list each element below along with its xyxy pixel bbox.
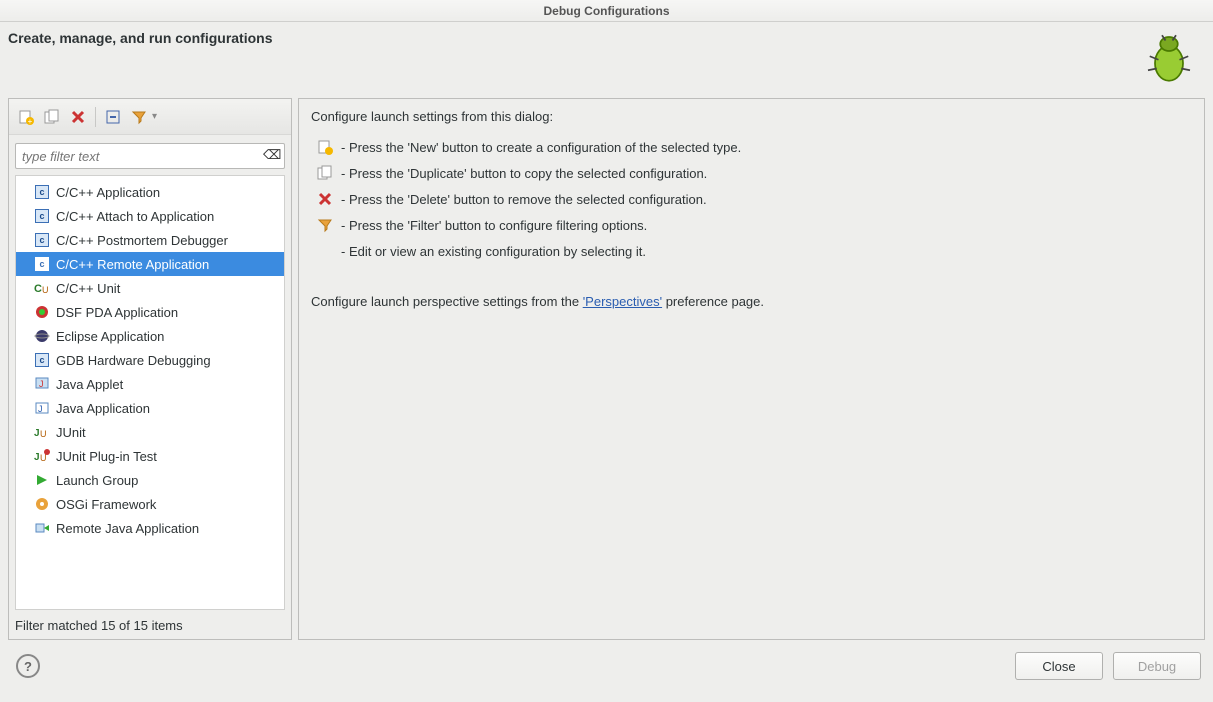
tree-item[interactable]: c GDB Hardware Debugging: [16, 348, 284, 372]
tree-item[interactable]: OSGi Framework: [16, 492, 284, 516]
c-app-icon: c: [34, 352, 50, 368]
tree-item[interactable]: JU JUnit: [16, 420, 284, 444]
delete-icon: [317, 192, 333, 206]
tree-item-label: C/C++ Postmortem Debugger: [56, 233, 228, 248]
svg-text:U: U: [40, 429, 47, 439]
tree-item-label: DSF PDA Application: [56, 305, 178, 320]
c-unit-icon: CU: [34, 280, 50, 296]
perspectives-hint: Configure launch perspective settings fr…: [311, 294, 1192, 309]
chevron-down-icon[interactable]: ▾: [152, 111, 157, 122]
java-app-icon: J: [34, 400, 50, 416]
java-applet-icon: J: [34, 376, 50, 392]
help-row: - Edit or view an existing configuration…: [311, 238, 1192, 264]
filter-icon: [317, 217, 333, 233]
filter-status: Filter matched 15 of 15 items: [9, 614, 291, 639]
c-app-icon: c: [34, 232, 50, 248]
help-text: - Press the 'New' button to create a con…: [341, 140, 741, 155]
help-text: - Press the 'Filter' button to configure…: [341, 218, 647, 233]
filter-config-icon[interactable]: [130, 108, 148, 126]
toolbar-separator: [95, 107, 96, 127]
tree-item-label: Java Applet: [56, 377, 123, 392]
tree-item-label: C/C++ Remote Application: [56, 257, 209, 272]
remote-java-icon: [34, 520, 50, 536]
help-text: - Press the 'Duplicate' button to copy t…: [341, 166, 707, 181]
tree-item-label: OSGi Framework: [56, 497, 156, 512]
svg-text:J: J: [34, 452, 40, 463]
help-row: - Press the 'New' button to create a con…: [311, 134, 1192, 160]
help-row: - Press the 'Duplicate' button to copy t…: [311, 160, 1192, 186]
tree-item-label: JUnit: [56, 425, 86, 440]
duplicate-icon: [317, 165, 333, 181]
svg-text:J: J: [39, 379, 44, 389]
tree-item-label: Launch Group: [56, 473, 138, 488]
help-row: - Press the 'Delete' button to remove th…: [311, 186, 1192, 212]
tree-item[interactable]: c C/C++ Remote Application: [16, 252, 284, 276]
details-panel: Configure launch settings from this dial…: [298, 98, 1205, 640]
duplicate-config-icon[interactable]: [43, 108, 61, 126]
clear-filter-icon[interactable]: ⌫: [263, 147, 281, 165]
tree-item[interactable]: Launch Group: [16, 468, 284, 492]
help-icon[interactable]: ?: [16, 654, 40, 678]
tree-item[interactable]: CU C/C++ Unit: [16, 276, 284, 300]
tree-item-label: C/C++ Application: [56, 185, 160, 200]
help-intro: Configure launch settings from this dial…: [311, 109, 1192, 124]
bug-icon: [1141, 30, 1197, 86]
new-icon: [317, 139, 333, 155]
help-text: - Press the 'Delete' button to remove th…: [341, 192, 707, 207]
tree-item[interactable]: J Java Applet: [16, 372, 284, 396]
c-app-icon: c: [34, 208, 50, 224]
dsf-app-icon: [34, 304, 50, 320]
tree-item[interactable]: c C/C++ Attach to Application: [16, 204, 284, 228]
new-config-icon[interactable]: +: [17, 108, 35, 126]
c-app-icon: c: [34, 184, 50, 200]
tree-item-label: JUnit Plug-in Test: [56, 449, 157, 464]
filter-box: ⌫: [15, 143, 285, 169]
junit-plugin-icon: JU: [34, 448, 50, 464]
sidebar-toolbar: + ▾: [9, 99, 291, 135]
junit-icon: JU: [34, 424, 50, 440]
tree-item[interactable]: c C/C++ Postmortem Debugger: [16, 228, 284, 252]
svg-text:U: U: [42, 285, 49, 295]
tree-item[interactable]: JU JUnit Plug-in Test: [16, 444, 284, 468]
tree-item[interactable]: DSF PDA Application: [16, 300, 284, 324]
svg-text:J: J: [34, 428, 40, 439]
help-text: - Edit or view an existing configuration…: [341, 244, 646, 259]
tree-item[interactable]: c C/C++ Application: [16, 180, 284, 204]
osgi-icon: [34, 496, 50, 512]
dialog-footer: ? Close Debug: [0, 640, 1213, 692]
debug-button[interactable]: Debug: [1113, 652, 1201, 680]
filter-input[interactable]: [15, 143, 285, 169]
eclipse-app-icon: [34, 328, 50, 344]
close-button[interactable]: Close: [1015, 652, 1103, 680]
perspectives-link[interactable]: 'Perspectives': [583, 294, 662, 309]
dialog-title: Create, manage, and run configurations: [8, 30, 1141, 46]
svg-text:+: +: [28, 117, 33, 125]
svg-text:J: J: [38, 404, 43, 414]
help-row: - Press the 'Filter' button to configure…: [311, 212, 1192, 238]
config-tree[interactable]: c C/C++ Application c C/C++ Attach to Appli…: [15, 175, 285, 610]
delete-config-icon[interactable]: [69, 108, 87, 126]
dialog-header: Create, manage, and run configurations: [0, 22, 1213, 98]
tree-item-label: C/C++ Unit: [56, 281, 120, 296]
tree-item-label: Java Application: [56, 401, 150, 416]
tree-item[interactable]: Remote Java Application: [16, 516, 284, 540]
tree-item[interactable]: Eclipse Application: [16, 324, 284, 348]
launch-group-icon: [34, 472, 50, 488]
perspectives-post: preference page.: [662, 294, 764, 309]
configurations-sidebar: + ▾ ⌫ c C/C++ Application c C/C++ Attach to…: [8, 98, 292, 640]
tree-item-label: Eclipse Application: [56, 329, 164, 344]
tree-item[interactable]: J Java Application: [16, 396, 284, 420]
tree-item-label: Remote Java Application: [56, 521, 199, 536]
collapse-all-icon[interactable]: [104, 108, 122, 126]
tree-item-label: GDB Hardware Debugging: [56, 353, 211, 368]
perspectives-pre: Configure launch perspective settings fr…: [311, 294, 583, 309]
window-titlebar: Debug Configurations: [0, 0, 1213, 22]
svg-text:C: C: [34, 283, 42, 295]
c-app-icon: c: [34, 256, 50, 272]
tree-item-label: C/C++ Attach to Application: [56, 209, 214, 224]
